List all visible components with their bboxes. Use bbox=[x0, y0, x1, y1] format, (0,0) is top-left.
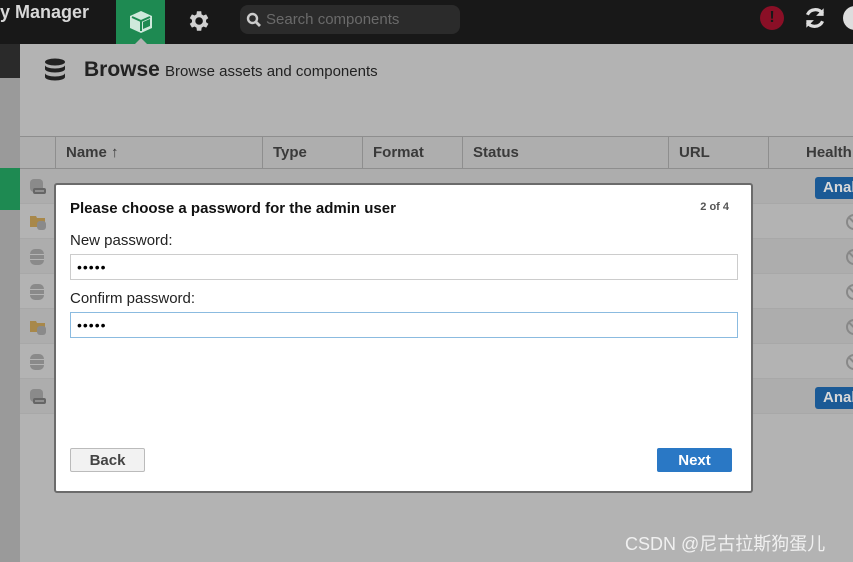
health-unavailable-icon bbox=[846, 284, 853, 300]
page-title: Browse bbox=[84, 58, 160, 81]
user-avatar[interactable] bbox=[843, 6, 853, 30]
dialog-title: Please choose a password for the admin u… bbox=[70, 200, 396, 217]
analyze-button[interactable]: Analyze bbox=[815, 177, 853, 199]
step-indicator: 2 of 4 bbox=[700, 201, 729, 213]
analyze-button[interactable]: Analyze bbox=[815, 387, 853, 409]
sidebar bbox=[0, 44, 20, 562]
next-button[interactable]: Next bbox=[657, 448, 732, 472]
column-url[interactable]: URL bbox=[668, 137, 768, 169]
column-name[interactable]: Name ↑ bbox=[55, 137, 262, 169]
group-repo-icon bbox=[29, 388, 47, 411]
database-icon bbox=[29, 353, 45, 376]
confirm-password-label: Confirm password: bbox=[70, 290, 196, 307]
back-button[interactable]: Back bbox=[70, 448, 145, 472]
table-header: Name ↑ Type Format Status URL Health bbox=[20, 136, 853, 169]
sidebar-header bbox=[0, 44, 20, 78]
database-icon bbox=[29, 283, 45, 306]
search-input[interactable] bbox=[266, 11, 446, 28]
column-format[interactable]: Format bbox=[362, 137, 462, 169]
group-repo-icon bbox=[29, 178, 47, 201]
folder-repo-icon bbox=[29, 213, 47, 236]
browse-mode-button[interactable] bbox=[116, 0, 165, 44]
setup-wizard-dialog: Please choose a password for the admin u… bbox=[54, 183, 753, 493]
health-unavailable-icon bbox=[846, 214, 853, 230]
sidebar-item-browse[interactable] bbox=[0, 168, 20, 210]
new-password-label: New password: bbox=[70, 232, 173, 249]
search-icon bbox=[246, 12, 261, 27]
search-box bbox=[240, 5, 460, 34]
alert-icon[interactable]: ! bbox=[760, 6, 784, 30]
database-icon bbox=[29, 248, 45, 271]
app-title: y Manager bbox=[0, 2, 90, 22]
admin-gear-button[interactable] bbox=[183, 6, 213, 36]
page-subtitle: Browse assets and components bbox=[165, 63, 378, 80]
database-icon bbox=[44, 58, 66, 87]
top-bar: y Manager ! bbox=[0, 0, 853, 44]
confirm-password-field[interactable] bbox=[70, 312, 738, 338]
column-health[interactable]: Health bbox=[768, 137, 853, 169]
column-type[interactable]: Type bbox=[262, 137, 362, 169]
new-password-field[interactable] bbox=[70, 254, 738, 280]
health-unavailable-icon bbox=[846, 354, 853, 370]
refresh-icon bbox=[805, 8, 825, 28]
gear-icon bbox=[189, 11, 209, 31]
watermark: CSDN @尼古拉斯狗蛋儿 bbox=[625, 534, 826, 554]
cube-icon bbox=[129, 11, 152, 33]
folder-repo-icon bbox=[29, 318, 47, 341]
health-unavailable-icon bbox=[846, 319, 853, 335]
column-status[interactable]: Status bbox=[462, 137, 668, 169]
health-unavailable-icon bbox=[846, 249, 853, 265]
refresh-button[interactable] bbox=[802, 5, 828, 36]
